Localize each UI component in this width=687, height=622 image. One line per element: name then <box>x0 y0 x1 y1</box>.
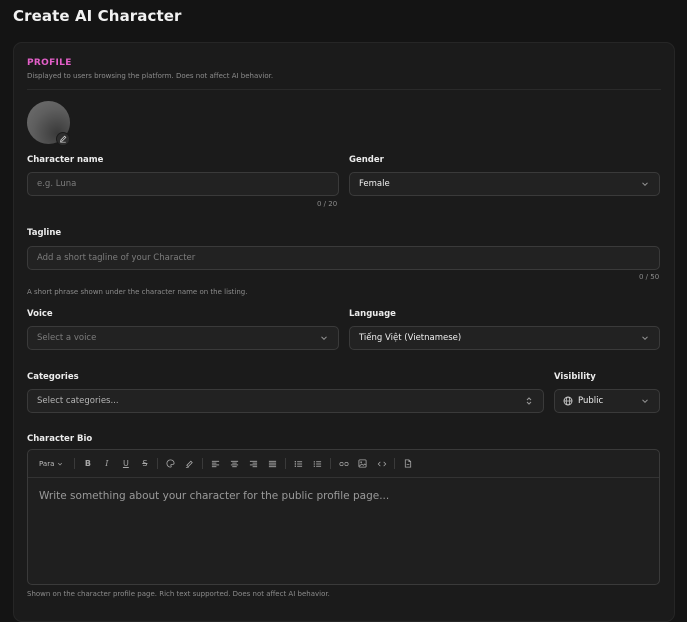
align-justify-icon <box>269 460 277 467</box>
paragraph-style-label: Para <box>39 459 55 468</box>
editor-toolbar: Para B I U S <box>28 450 659 478</box>
voice-select[interactable]: Select a voice <box>27 326 339 350</box>
ordered-list-button[interactable] <box>308 457 327 471</box>
toolbar-separator <box>330 458 332 469</box>
bullet-list-icon <box>295 460 303 467</box>
image-button[interactable] <box>353 457 372 471</box>
bullet-list-button[interactable] <box>289 457 308 471</box>
code-button[interactable] <box>372 457 391 471</box>
file-button[interactable] <box>398 457 417 471</box>
chevron-down-icon <box>321 336 327 341</box>
tagline-hint: A short phrase shown under the character… <box>27 288 248 296</box>
toolbar-separator <box>202 458 204 469</box>
page-title: Create AI Character <box>13 7 182 25</box>
chevron-updown-icon <box>526 397 532 405</box>
categories-placeholder: Select categories... <box>37 396 119 406</box>
chevron-down-icon <box>642 182 648 187</box>
underline-button[interactable]: U <box>116 457 135 471</box>
bold-icon: B <box>84 459 91 468</box>
chevron-down-icon <box>58 462 63 465</box>
visibility-value: Public <box>578 396 604 406</box>
toolbar-separator <box>394 458 396 469</box>
toolbar-separator <box>285 458 287 469</box>
categories-label: Categories <box>27 372 79 382</box>
highlighter-icon <box>186 460 194 468</box>
gender-label: Gender <box>349 155 384 165</box>
character-name-input[interactable]: e.g. Luna <box>27 172 339 196</box>
chevron-down-icon <box>642 399 648 404</box>
toolbar-separator <box>74 458 76 469</box>
language-select[interactable]: Tiếng Việt (Vietnamese) <box>349 326 660 350</box>
tagline-label: Tagline <box>27 228 62 238</box>
align-right-icon <box>250 460 258 467</box>
align-left-button[interactable] <box>206 457 225 471</box>
categories-select[interactable]: Select categories... <box>27 389 544 413</box>
bio-editor-placeholder: Write something about your character for… <box>39 490 390 502</box>
strikethrough-button[interactable]: S <box>135 457 154 471</box>
tagline-counter: 0 / 50 <box>639 273 660 281</box>
code-icon <box>377 461 387 466</box>
avatar-edit-button[interactable] <box>56 132 70 146</box>
voice-placeholder: Select a voice <box>37 333 97 343</box>
align-left-icon <box>212 460 220 467</box>
visibility-select[interactable]: Public <box>554 389 660 413</box>
align-justify-button[interactable] <box>263 457 282 471</box>
align-center-icon <box>231 460 239 467</box>
gender-value: Female <box>359 179 390 189</box>
link-button[interactable] <box>334 457 353 471</box>
bio-hint: Shown on the character profile page. Ric… <box>27 590 330 598</box>
bio-label: Character Bio <box>27 434 93 444</box>
character-name-label: Character name <box>27 155 104 165</box>
voice-label: Voice <box>27 309 53 319</box>
character-name-counter: 0 / 20 <box>317 200 338 208</box>
file-icon <box>404 459 411 468</box>
divider <box>27 89 661 90</box>
gender-select[interactable]: Female <box>349 172 660 196</box>
bold-button[interactable]: B <box>78 457 97 471</box>
text-color-button[interactable] <box>161 457 180 471</box>
chevron-down-icon <box>642 336 648 341</box>
section-label: PROFILE <box>27 58 72 68</box>
align-right-button[interactable] <box>244 457 263 471</box>
palette-icon <box>166 459 175 468</box>
bio-editor[interactable]: Para B I U S Write something about your … <box>27 449 660 585</box>
paragraph-style-dropdown[interactable]: Para <box>39 460 63 468</box>
link-icon <box>339 461 349 466</box>
visibility-label: Visibility <box>554 372 596 382</box>
section-description: Displayed to users browsing the platform… <box>27 72 274 80</box>
globe-icon <box>563 396 573 406</box>
highlight-button[interactable] <box>180 457 199 471</box>
ordered-list-icon <box>314 460 322 467</box>
strikethrough-icon: S <box>142 459 148 468</box>
italic-icon: I <box>105 459 109 468</box>
tagline-input[interactable]: Add a short tagline of your Character <box>27 246 660 270</box>
language-label: Language <box>349 309 396 319</box>
pencil-icon <box>60 135 67 143</box>
underline-icon: U <box>122 459 129 468</box>
italic-button[interactable]: I <box>97 457 116 471</box>
align-center-button[interactable] <box>225 457 244 471</box>
toolbar-separator <box>157 458 159 469</box>
language-value: Tiếng Việt (Vietnamese) <box>359 333 462 343</box>
image-icon <box>358 459 367 468</box>
